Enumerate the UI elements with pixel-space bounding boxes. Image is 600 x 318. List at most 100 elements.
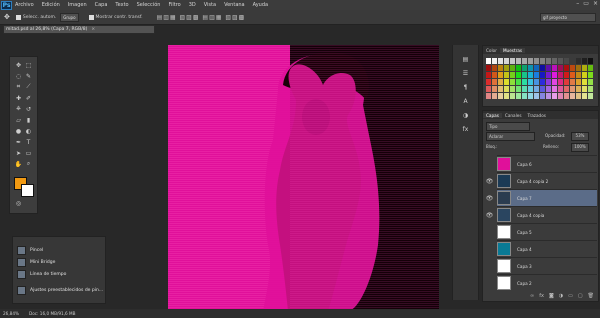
swatch-cell[interactable]	[546, 72, 551, 78]
swatch-cell[interactable]	[576, 79, 581, 85]
swatch-cell[interactable]	[546, 93, 551, 99]
tab-trazados[interactable]: Trazados	[525, 113, 549, 118]
swatch-cell[interactable]	[570, 65, 575, 71]
paragraph-icon[interactable]: ¶	[461, 83, 470, 91]
swatch-cell[interactable]	[522, 79, 527, 85]
visibility-eye-icon[interactable]	[485, 262, 494, 271]
quick-mask-icon[interactable]: ◎	[14, 199, 23, 207]
tab-canales[interactable]: Canales	[502, 113, 525, 118]
swatch-cell[interactable]	[540, 58, 545, 64]
popup-item-timeline[interactable]: Línea de tiempo	[17, 269, 66, 279]
layer-row[interactable]: 👁 Capa 7	[486, 189, 597, 206]
gradient-tool-icon[interactable]: ▮	[24, 116, 33, 124]
swatch-cell[interactable]	[564, 93, 569, 99]
menu-imagen[interactable]: Imagen	[68, 2, 87, 8]
swatch-cell[interactable]	[546, 65, 551, 71]
layer-row[interactable]: 👁 Capa 4 copia 2	[486, 172, 597, 189]
swatch-cell[interactable]	[504, 65, 509, 71]
swatch-cell[interactable]	[576, 72, 581, 78]
styles-icon[interactable]: fx	[461, 125, 470, 133]
menu-edicion[interactable]: Edición	[42, 2, 60, 8]
swatch-cell[interactable]	[582, 65, 587, 71]
menu-filtro[interactable]: Filtro	[168, 2, 180, 8]
layer-row[interactable]: Capa 6	[497, 155, 597, 172]
swatch-cell[interactable]	[498, 58, 503, 64]
swatch-cell[interactable]	[534, 79, 539, 85]
character-icon[interactable]: A	[461, 97, 470, 105]
auto-select-checkbox[interactable]	[15, 14, 21, 20]
healing-tool-icon[interactable]: ✚	[14, 94, 23, 102]
swatch-cell[interactable]	[516, 79, 521, 85]
swatch-cell[interactable]	[540, 93, 545, 99]
swatch-cell[interactable]	[492, 72, 497, 78]
visibility-eye-icon[interactable]	[485, 228, 494, 237]
swatch-cell[interactable]	[564, 79, 569, 85]
transform-controls-checkbox[interactable]	[88, 14, 94, 20]
fx-icon[interactable]: fx	[539, 293, 544, 301]
swatch-cell[interactable]	[522, 65, 527, 71]
document-tab[interactable]: mitad.psd al 26,8% (Capa 7, RGB/8) ×	[3, 25, 155, 34]
swatch-cell[interactable]	[570, 72, 575, 78]
new-layer-icon[interactable]: ▢	[578, 293, 583, 301]
swatch-cell[interactable]	[582, 79, 587, 85]
swatch-cell[interactable]	[510, 72, 515, 78]
swatch-cell[interactable]	[492, 93, 497, 99]
swatch-cell[interactable]	[528, 72, 533, 78]
close-window-button[interactable]: ×	[593, 0, 598, 7]
marquee-tool-icon[interactable]: ⬚	[24, 61, 33, 69]
link-layers-icon[interactable]: ∞	[530, 293, 534, 301]
visibility-eye-icon[interactable]: 👁	[485, 211, 494, 220]
swatch-cell[interactable]	[504, 93, 509, 99]
swatch-cell[interactable]	[552, 79, 557, 85]
popup-item-mini-bridge[interactable]: Mini Bridge	[17, 257, 55, 267]
layer-row[interactable]: 👁 Capa 4 copia	[486, 206, 597, 223]
swatch-cell[interactable]	[516, 86, 521, 92]
swatch-cell[interactable]	[582, 93, 587, 99]
swatch-cell[interactable]	[576, 93, 581, 99]
swatch-cell[interactable]	[534, 58, 539, 64]
fill-input[interactable]: 100%	[571, 143, 589, 152]
swatch-cell[interactable]	[492, 58, 497, 64]
swatch-cell[interactable]	[576, 65, 581, 71]
menu-texto[interactable]: Texto	[115, 2, 128, 8]
lasso-tool-icon[interactable]: ◌	[14, 72, 23, 80]
swatch-cell[interactable]	[528, 58, 533, 64]
swatch-cell[interactable]	[510, 93, 515, 99]
swatch-cell[interactable]	[528, 86, 533, 92]
brush-tool-icon[interactable]: ✐	[24, 94, 33, 102]
swatch-cell[interactable]	[552, 72, 557, 78]
swatch-cell[interactable]	[516, 65, 521, 71]
swatch-cell[interactable]	[558, 86, 563, 92]
swatch-cell[interactable]	[498, 65, 503, 71]
swatch-cell[interactable]	[516, 58, 521, 64]
swatch-cell[interactable]	[570, 79, 575, 85]
blur-tool-icon[interactable]: ●	[14, 127, 23, 135]
swatch-cell[interactable]	[486, 72, 491, 78]
swatch-cell[interactable]	[558, 93, 563, 99]
path-select-tool-icon[interactable]: ➤	[14, 149, 23, 157]
menu-ventana[interactable]: Ventana	[224, 2, 245, 8]
swatch-cell[interactable]	[534, 86, 539, 92]
swatch-cell[interactable]	[498, 93, 503, 99]
swatch-cell[interactable]	[504, 58, 509, 64]
visibility-eye-icon[interactable]	[485, 160, 494, 169]
swatch-cell[interactable]	[564, 58, 569, 64]
quick-select-tool-icon[interactable]: ✎	[24, 72, 33, 80]
trash-icon[interactable]: 🗑	[588, 293, 594, 301]
visibility-eye-icon[interactable]	[485, 245, 494, 254]
swatch-cell[interactable]	[486, 79, 491, 85]
swatch-cell[interactable]	[564, 72, 569, 78]
select-target-dropdown[interactable]: Grupo	[60, 12, 79, 22]
background-color-swatch[interactable]	[21, 184, 34, 197]
swatch-cell[interactable]	[522, 58, 527, 64]
swatch-cell[interactable]	[534, 72, 539, 78]
swatch-cell[interactable]	[582, 72, 587, 78]
swatch-cell[interactable]	[588, 93, 593, 99]
dodge-tool-icon[interactable]: ◐	[24, 127, 33, 135]
swatch-cell[interactable]	[540, 79, 545, 85]
zoom-tool-icon[interactable]: ⌕	[24, 160, 33, 168]
swatch-cell[interactable]	[576, 86, 581, 92]
swatch-cell[interactable]	[528, 65, 533, 71]
swatch-cell[interactable]	[486, 93, 491, 99]
pen-tool-icon[interactable]: ✒	[14, 138, 23, 146]
